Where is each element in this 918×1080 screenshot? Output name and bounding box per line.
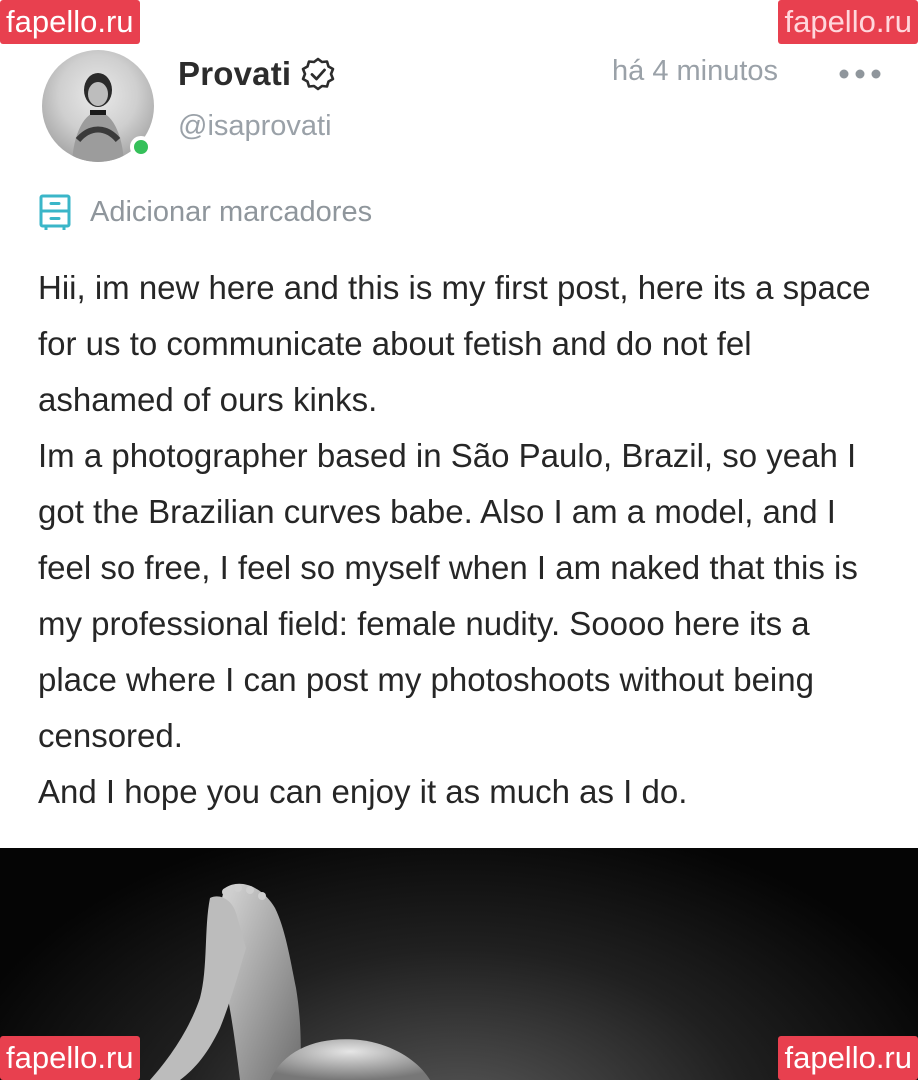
watermark-bottom-right: fapello.ru <box>778 1036 918 1080</box>
author-name[interactable]: Provati <box>178 55 291 93</box>
post-paragraph: Im a photographer based in São Paulo, Br… <box>38 437 858 754</box>
post-card: Provati @isaprovati há 4 minutos Adicion… <box>0 0 918 848</box>
post-paragraph: Hii, im new here and this is my first po… <box>38 269 871 418</box>
author-avatar[interactable] <box>42 50 154 162</box>
bookmark-list-icon <box>38 193 72 231</box>
add-bookmarks-label: Adicionar marcadores <box>90 195 373 228</box>
author-name-row: Provati <box>178 52 335 96</box>
watermark-bottom-left: fapello.ru <box>0 1036 140 1080</box>
post-timestamp: há 4 minutos <box>612 55 779 87</box>
post-paragraph: And I hope you can enjoy it as much as I… <box>38 773 688 810</box>
watermark-top-right: fapello.ru <box>778 0 918 44</box>
watermark-top-left: fapello.ru <box>0 0 140 44</box>
post-text: Hii, im new here and this is my first po… <box>38 260 888 820</box>
author-handle[interactable]: @isaprovati <box>178 110 332 143</box>
online-status-dot <box>130 136 152 158</box>
add-bookmarks-button[interactable]: Adicionar marcadores <box>38 192 372 232</box>
verified-badge-icon <box>301 57 335 91</box>
more-options-icon[interactable] <box>838 62 882 86</box>
